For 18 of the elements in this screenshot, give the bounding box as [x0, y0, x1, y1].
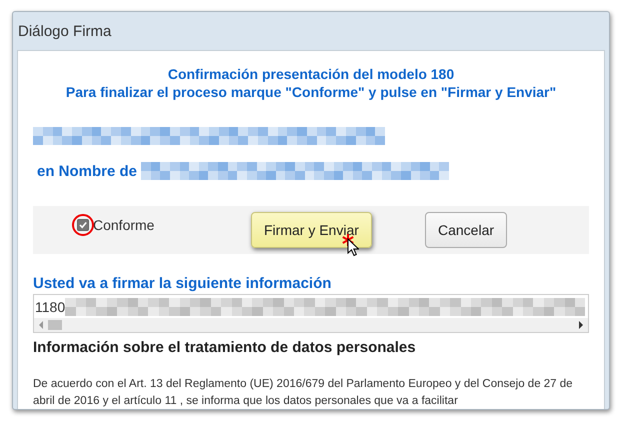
- scroll-right-icon[interactable]: [578, 321, 584, 329]
- section-label: Usted va a firmar la siguiente información: [33, 275, 332, 292]
- scroll-thumb[interactable]: [48, 320, 62, 330]
- click-marker-icon: [342, 234, 354, 246]
- scroll-left-icon[interactable]: [38, 321, 44, 329]
- window-title: Diálogo Firma: [18, 22, 112, 40]
- heading-text: Para finalizar el proceso marque "Conforme" y pulse en "Firmar y Enviar": [64, 83, 558, 101]
- sign-button[interactable]: Firmar y Enviar: [251, 212, 372, 248]
- checkbox[interactable]: [77, 219, 89, 231]
- privacy-paragraph: De acuerdo con el Art. 13 del Reglamento (UE) 2016/679 del Parlamento Europeo y del Consejo de 27 de abril de 2016 y el artículo 11 , se informa que los datos personales que va a facilitar: [33, 377, 574, 409]
- horizontal-scrollbar[interactable]: [34, 318, 588, 332]
- on-behalf-label: en Nombre de: [37, 162, 138, 180]
- field-value: 1180: [34, 298, 66, 314]
- checkbox-label: Conforme: [93, 217, 154, 233]
- cancel-button[interactable]: Cancelar: [425, 212, 508, 248]
- heading-text: Confirmación presentación del modelo 180: [166, 65, 456, 83]
- info-field[interactable]: 1180: [33, 294, 589, 333]
- section-title: Información sobre el tratamiento de datos personales: [33, 339, 417, 356]
